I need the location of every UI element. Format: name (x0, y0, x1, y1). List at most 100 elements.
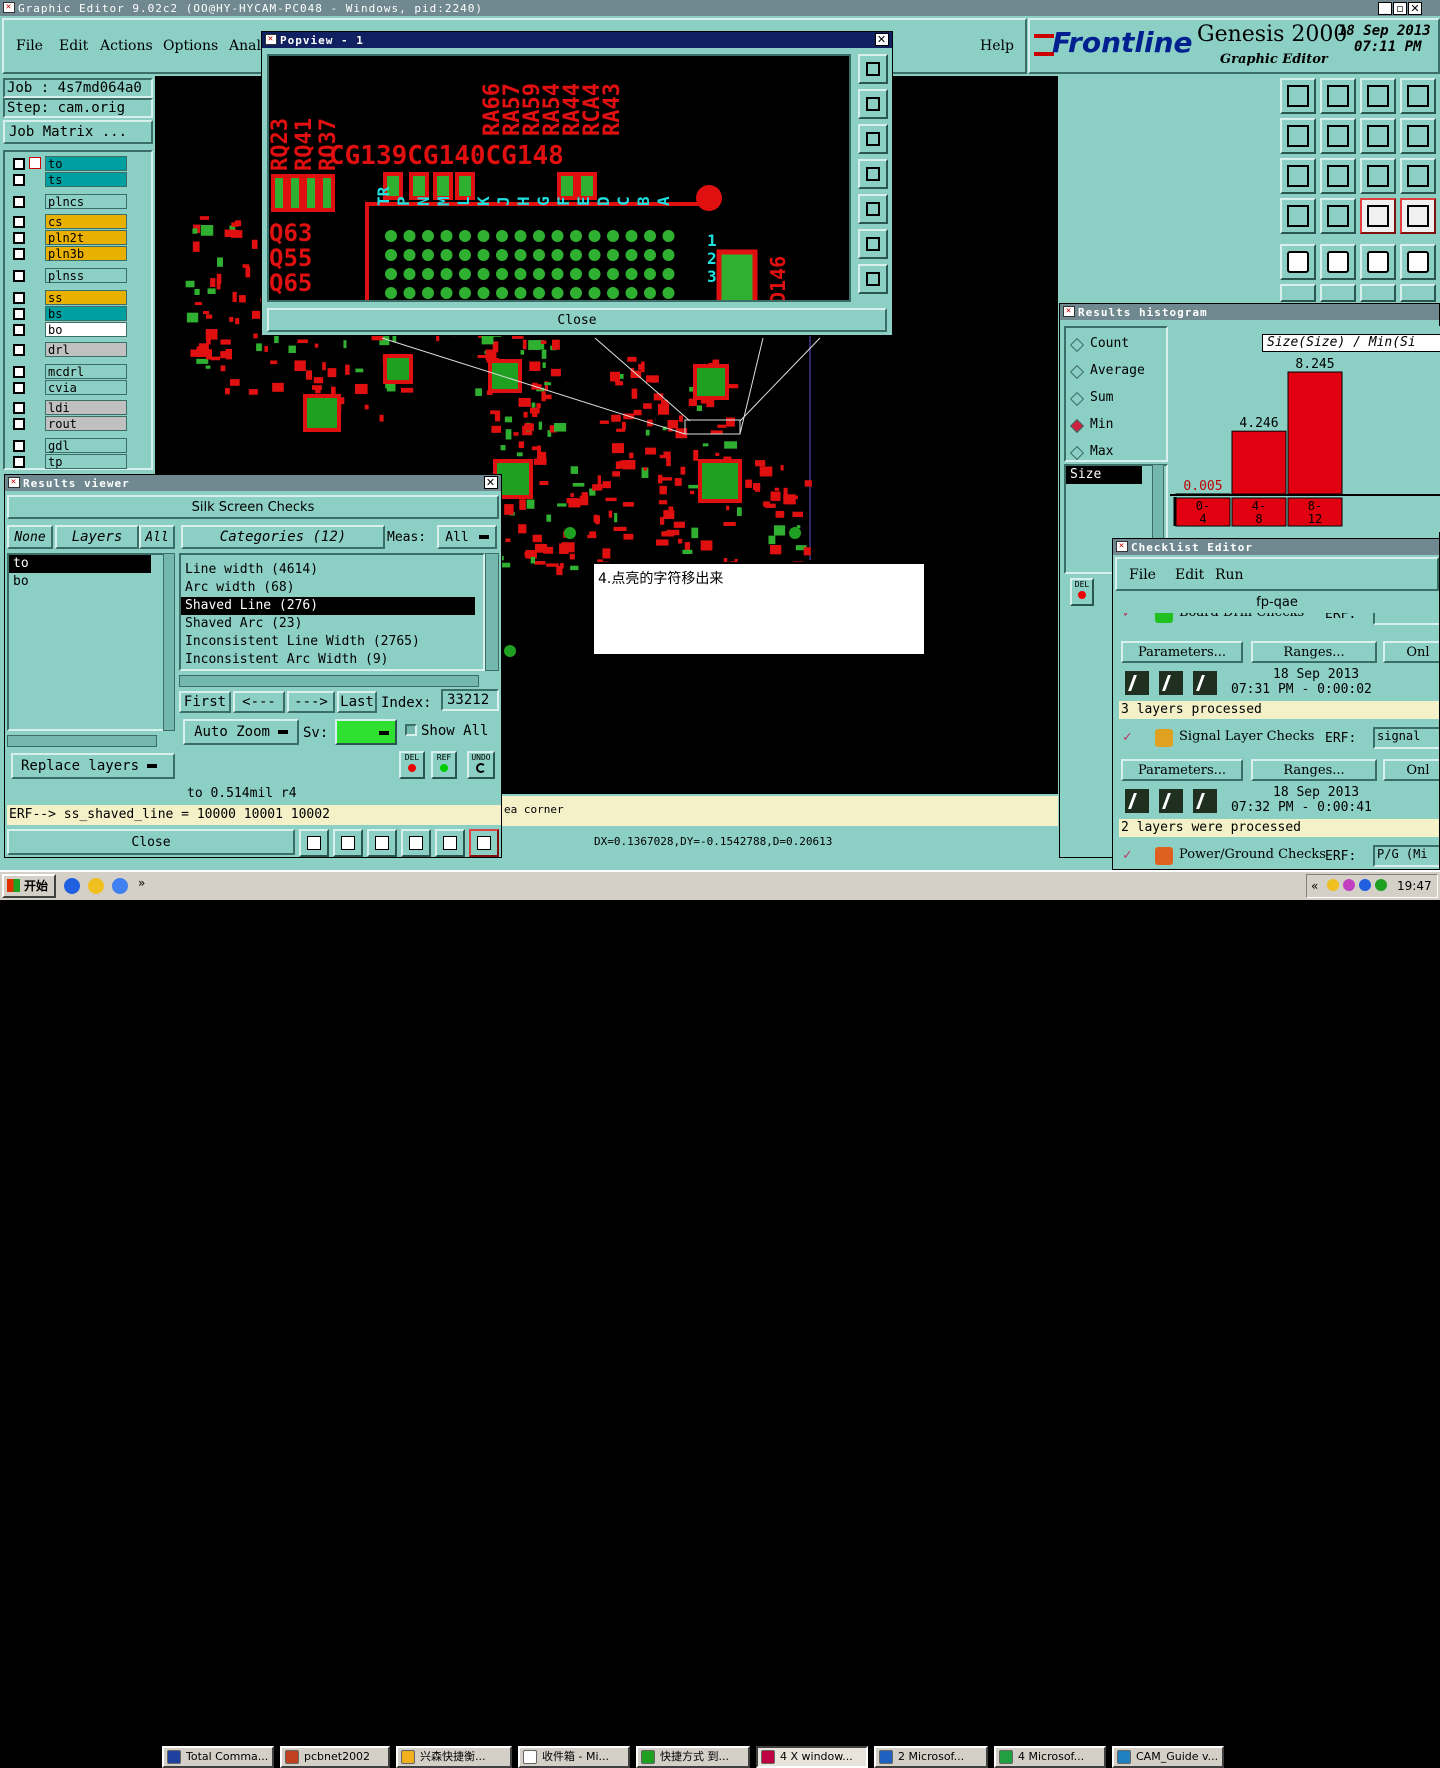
category-item[interactable]: Line width (4614) (181, 561, 475, 579)
checklist-menu-file[interactable]: File (1129, 567, 1156, 583)
ruler-icon[interactable] (1360, 244, 1396, 280)
layer-row[interactable]: plnss (11, 268, 129, 283)
rv-layer-item[interactable]: to (9, 555, 151, 573)
tray-icon[interactable] (1359, 879, 1371, 891)
rv-layer-item[interactable]: bo (9, 573, 165, 591)
results-viewer-titlebar[interactable]: ✕ Results viewer ✕ (5, 475, 501, 491)
layer-row[interactable]: pln3b (11, 246, 129, 261)
layer-checkbox[interactable] (13, 366, 25, 378)
rv-none-button[interactable]: None (7, 525, 53, 549)
histogram-icon[interactable] (469, 829, 499, 857)
zoom-center-icon[interactable] (858, 264, 888, 294)
minimize-icon[interactable]: _ (1378, 2, 1392, 15)
category-item[interactable]: Inconsistent Line Width (2765) (181, 633, 475, 651)
run-check-icon[interactable] (1157, 669, 1185, 697)
point-icon[interactable] (1400, 244, 1436, 280)
taskbar-item[interactable]: 4 X window... (756, 1746, 868, 1768)
layer-row[interactable]: cvia (11, 380, 129, 395)
layer-checkbox[interactable] (13, 382, 25, 394)
rv-close-button[interactable]: Close (7, 829, 295, 855)
layer-checkbox[interactable] (13, 232, 25, 244)
rv-category-hscroll[interactable] (179, 675, 479, 687)
layer-checkbox[interactable] (13, 158, 25, 170)
popview-titlebar[interactable]: ✕ Popview - 1 ✕ (262, 32, 892, 48)
ranges-button[interactable]: Ranges... (1251, 641, 1377, 663)
histogram-del-button[interactable]: DEL (1070, 578, 1094, 606)
taskbar-item[interactable]: 2 Microsof... (874, 1746, 988, 1768)
fit-icon[interactable] (1280, 158, 1316, 194)
layer-checkbox[interactable] (13, 270, 25, 282)
check-checkbox-icon[interactable]: ✓ (1123, 613, 1135, 619)
layer-row[interactable]: pln2t (11, 230, 129, 245)
layers-b-icon[interactable] (1400, 198, 1436, 234)
layer-row[interactable]: ss (11, 290, 129, 305)
layer-row[interactable]: rout (11, 416, 129, 431)
online-button[interactable]: Onl (1383, 759, 1440, 781)
taskbar-item[interactable]: 兴森快捷衡... (396, 1746, 512, 1768)
histogram-size-item[interactable]: Size (1066, 466, 1142, 484)
popview-close-icon[interactable]: ✕ (875, 33, 889, 46)
job-matrix-button[interactable]: Job Matrix ... (3, 120, 153, 144)
show-all-checkbox[interactable] (405, 724, 417, 736)
rv-layer-list[interactable]: to bo (7, 553, 167, 731)
histogram-option[interactable]: Count (1072, 336, 1168, 354)
ranges-button[interactable]: Ranges... (1251, 759, 1377, 781)
window-icon[interactable] (1400, 78, 1436, 114)
pan-up-icon[interactable] (858, 54, 888, 84)
layer-row[interactable]: plncs (11, 194, 129, 209)
rv-ref-button[interactable]: REF (431, 751, 457, 779)
pan-in-icon[interactable] (858, 89, 888, 119)
check-erf-field[interactable]: signal (1373, 727, 1440, 749)
category-item[interactable]: Shaved Arc (23) (181, 615, 475, 633)
layer-checkbox[interactable] (13, 440, 25, 452)
rv-next-button[interactable]: ---> (287, 691, 335, 713)
layer-row[interactable]: mcdrl (11, 364, 129, 379)
layer-row[interactable]: to (11, 156, 129, 171)
run-check-icon[interactable] (1191, 669, 1219, 697)
layer-checkbox[interactable] (13, 308, 25, 320)
zoom-right-icon[interactable] (1320, 118, 1356, 154)
tool-extra-icon[interactable] (1400, 284, 1436, 302)
move-up-icon[interactable] (1280, 78, 1316, 114)
tray-icon[interactable] (1375, 879, 1387, 891)
rv-categories-button[interactable]: Categories (12) (181, 525, 385, 549)
layer-checkbox[interactable] (13, 456, 25, 468)
layer-checkbox[interactable] (13, 344, 25, 356)
histogram-bar[interactable] (1288, 372, 1342, 494)
tray-icon[interactable] (1327, 879, 1339, 891)
layer-checkbox[interactable] (13, 248, 25, 260)
category-item[interactable]: Shaved Line (276) (181, 597, 475, 615)
layer-checkbox[interactable] (13, 324, 25, 336)
run-check-icon[interactable] (1157, 787, 1185, 815)
center-icon[interactable] (1320, 158, 1356, 194)
layer-row[interactable]: cs (11, 214, 129, 229)
layer-checkbox[interactable] (13, 174, 25, 186)
rv-layer-scrollbar[interactable] (163, 553, 175, 731)
quick-launch-more-icon[interactable]: » (138, 876, 145, 890)
layers-a-icon[interactable] (1360, 198, 1396, 234)
layer-checkbox[interactable] (13, 292, 25, 304)
histogram-option[interactable]: Max (1072, 444, 1168, 462)
rotate-icon[interactable] (1400, 118, 1436, 154)
export-icon[interactable] (333, 829, 363, 857)
tool-extra-icon[interactable] (1320, 284, 1356, 302)
layer-row[interactable]: ts (11, 172, 129, 187)
taskbar-item[interactable]: 收件箱 - Mi... (518, 1746, 630, 1768)
rv-prev-button[interactable]: <--- (233, 691, 285, 713)
delete-feature-icon[interactable] (367, 829, 397, 857)
tool-extra-icon[interactable] (1280, 284, 1316, 302)
rv-del-button[interactable]: DEL (399, 751, 425, 779)
measure-icon[interactable] (1280, 244, 1316, 280)
grid-icon[interactable] (1320, 198, 1356, 234)
replace-layers-dropdown[interactable]: Replace layers (11, 753, 175, 779)
histogram-option[interactable]: Min (1072, 417, 1168, 435)
menu-edit[interactable]: Edit (59, 38, 88, 54)
folder-icon[interactable] (88, 878, 104, 894)
menu-options[interactable]: Options (163, 38, 218, 54)
taskbar-item[interactable]: Total Comma... (162, 1746, 274, 1768)
home-icon[interactable] (1360, 78, 1396, 114)
taskbar-item[interactable]: CAM_Guide v... (1112, 1746, 1224, 1768)
category-item[interactable]: Inconsistent Arc Width (9) (181, 651, 475, 669)
check-header[interactable]: ✓Power/Ground ChecksERF:P/G (Mi (1117, 843, 1440, 870)
layer-checkbox[interactable] (13, 402, 25, 414)
